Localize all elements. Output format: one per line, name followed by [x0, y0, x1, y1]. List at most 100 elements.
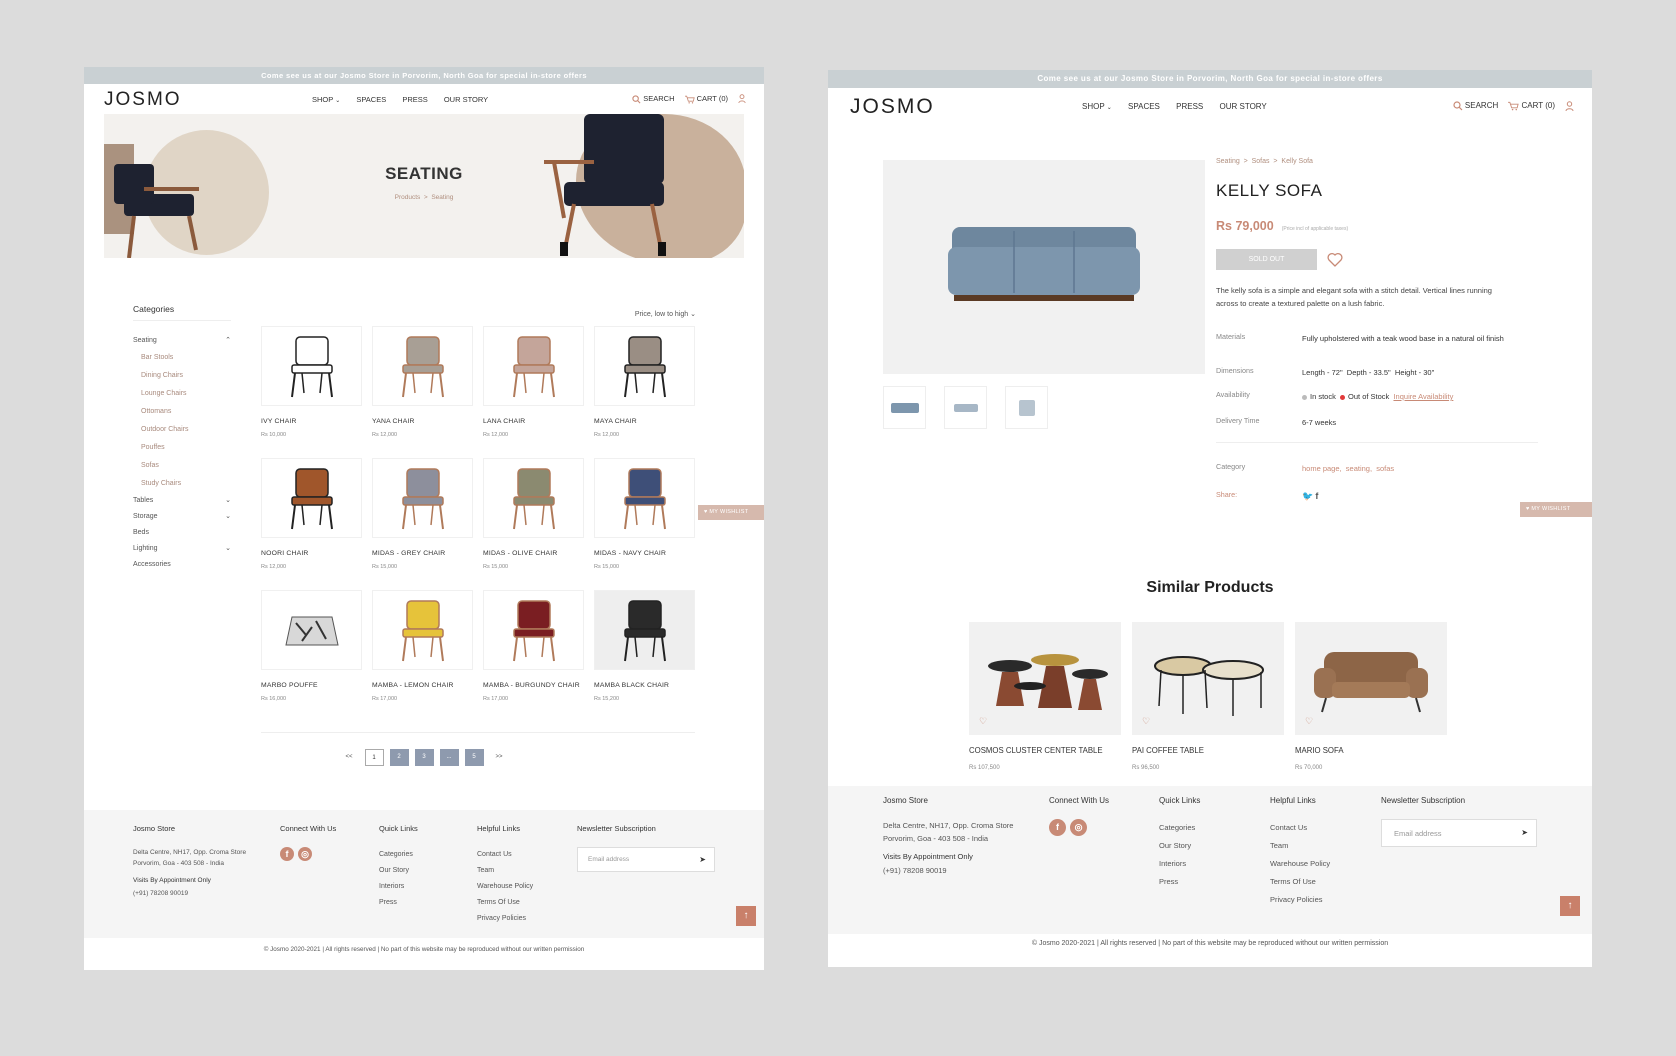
search-button[interactable]: SEARCH — [1453, 101, 1498, 111]
nav-shop[interactable]: SHOP ⌄ — [1082, 102, 1112, 111]
footer-link-warehouse[interactable]: Warehouse Policy — [1270, 855, 1330, 873]
footer-link-interiors[interactable]: Interiors — [1159, 855, 1200, 873]
product-card[interactable]: MAMBA - LEMON CHAIR Rs 17,000 — [372, 590, 473, 722]
breadcrumb-sofas[interactable]: Sofas — [1252, 158, 1270, 165]
footer-link-press[interactable]: Press — [1159, 873, 1200, 891]
breadcrumb-seating[interactable]: Seating — [1216, 158, 1240, 165]
product-name[interactable]: MAMBA - BURGUNDY CHAIR — [483, 682, 584, 689]
page-1[interactable]: 1 — [364, 749, 384, 766]
sort-dropdown[interactable]: Price, low to high ⌄ — [635, 310, 696, 318]
product-card[interactable]: MIDAS - GREY CHAIR Rs 15,000 — [372, 458, 473, 590]
twitter-icon[interactable]: 🐦 — [1302, 491, 1313, 501]
subcategory-pouffes[interactable]: Pouffes — [133, 439, 231, 457]
chevron-down-icon[interactable]: ⌄ — [225, 541, 231, 557]
footer-link-terms[interactable]: Terms Of Use — [477, 895, 533, 911]
product-name[interactable]: MIDAS - GREY CHAIR — [372, 550, 473, 557]
footer-link-warehouse[interactable]: Warehouse Policy — [477, 879, 533, 895]
send-icon[interactable]: ➤ — [699, 855, 706, 864]
similar-product-card[interactable]: ♡ PAI COFFEE TABLE Rs 96,500 — [1132, 622, 1284, 771]
footer-link-interiors[interactable]: Interiors — [379, 879, 418, 895]
instagram-icon[interactable]: ◎ — [298, 847, 312, 861]
product-card[interactable]: MAMBA BLACK CHAIR Rs 15,200 — [594, 590, 695, 722]
subcategory-outdoor-chairs[interactable]: Outdoor Chairs — [133, 421, 231, 439]
sold-out-button[interactable]: SOLD OUT — [1216, 249, 1317, 270]
logo[interactable]: JOSMO — [104, 89, 182, 111]
product-name[interactable]: MIDAS - NAVY CHAIR — [594, 550, 695, 557]
store-phone[interactable]: (+91) 78208 90019 — [133, 889, 263, 899]
footer-link-press[interactable]: Press — [379, 895, 418, 911]
subcategory-sofas[interactable]: Sofas — [133, 457, 231, 475]
heart-icon[interactable]: ♡ — [1305, 716, 1313, 727]
subcategory-bar-stools[interactable]: Bar Stools — [133, 349, 231, 367]
product-card[interactable]: MIDAS - OLIVE CHAIR Rs 15,000 — [483, 458, 584, 590]
email-field[interactable]: Email address ➤ — [577, 847, 715, 872]
category-lighting[interactable]: Lighting ⌄ — [133, 541, 231, 557]
page-5[interactable]: 5 — [464, 749, 484, 766]
product-main-image[interactable] — [883, 160, 1205, 374]
facebook-icon[interactable]: f — [280, 847, 294, 861]
thumbnail-3[interactable] — [1005, 386, 1048, 429]
nav-our-story[interactable]: OUR STORY — [1220, 102, 1267, 111]
footer-link-contact[interactable]: Contact Us — [1270, 819, 1330, 837]
product-card[interactable]: MAYA CHAIR Rs 12,000 — [594, 326, 695, 458]
category-link-seating[interactable]: seating, — [1346, 464, 1372, 473]
product-card[interactable]: NOORI CHAIR Rs 12,000 — [261, 458, 362, 590]
category-link-home[interactable]: home page, — [1302, 464, 1342, 473]
product-name[interactable]: NOORI CHAIR — [261, 550, 362, 557]
product-card[interactable]: LANA CHAIR Rs 12,000 — [483, 326, 584, 458]
product-name[interactable]: MAYA CHAIR — [594, 418, 695, 425]
product-name[interactable]: MAMBA - LEMON CHAIR — [372, 682, 473, 689]
category-beds[interactable]: Beds — [133, 525, 231, 541]
user-icon[interactable] — [738, 94, 746, 104]
footer-link-privacy[interactable]: Privacy Policies — [1270, 891, 1330, 909]
page-3[interactable]: 3 — [414, 749, 434, 766]
email-field[interactable]: Email address ➤ — [1381, 819, 1537, 847]
search-button[interactable]: SEARCH — [632, 94, 675, 104]
footer-link-team[interactable]: Team — [477, 863, 533, 879]
wishlist-tab[interactable]: ♥ MY WISHLIST — [698, 505, 764, 520]
similar-product-card[interactable]: ♡ COSMOS CLUSTER CENTER TABLE Rs 107,500 — [969, 622, 1121, 771]
footer-link-team[interactable]: Team — [1270, 837, 1330, 855]
product-card[interactable]: YANA CHAIR Rs 12,000 — [372, 326, 473, 458]
category-link-sofas[interactable]: sofas — [1376, 464, 1394, 473]
subcategory-lounge-chairs[interactable]: Lounge Chairs — [133, 385, 231, 403]
footer-link-categories[interactable]: Categories — [1159, 819, 1200, 837]
product-card[interactable]: MIDAS - NAVY CHAIR Rs 15,000 — [594, 458, 695, 590]
footer-link-contact[interactable]: Contact Us — [477, 847, 533, 863]
product-card[interactable]: IVY CHAIR Rs 10,000 — [261, 326, 362, 458]
chevron-up-icon[interactable]: ⌃ — [225, 333, 231, 349]
page-first[interactable]: << — [340, 749, 359, 766]
nav-press[interactable]: PRESS — [1176, 102, 1203, 111]
facebook-icon[interactable]: f — [1049, 819, 1066, 836]
user-icon[interactable] — [1565, 101, 1574, 111]
product-name[interactable]: YANA CHAIR — [372, 418, 473, 425]
category-storage[interactable]: Storage ⌄ — [133, 509, 231, 525]
subcategory-ottomans[interactable]: Ottomans — [133, 403, 231, 421]
thumbnail-2[interactable] — [944, 386, 987, 429]
nav-spaces[interactable]: SPACES — [356, 95, 386, 104]
footer-link-terms[interactable]: Terms Of Use — [1270, 873, 1330, 891]
nav-shop[interactable]: SHOP ⌄ — [312, 95, 340, 104]
cart-button[interactable]: CART (0) — [684, 94, 728, 104]
category-tables[interactable]: Tables ⌄ — [133, 493, 231, 509]
wishlist-tab[interactable]: ♥ MY WISHLIST — [1520, 502, 1592, 517]
subcategory-dining-chairs[interactable]: Dining Chairs — [133, 367, 231, 385]
product-name[interactable]: MIDAS - OLIVE CHAIR — [483, 550, 584, 557]
product-name[interactable]: LANA CHAIR — [483, 418, 584, 425]
inquire-availability-link[interactable]: Inquire Availability — [1393, 392, 1453, 401]
page-last[interactable]: >> — [490, 749, 509, 766]
heart-icon[interactable] — [1327, 252, 1343, 267]
category-seating[interactable]: Seating ⌃ — [133, 333, 231, 349]
product-card[interactable]: MARBO POUFFE Rs 16,000 — [261, 590, 362, 722]
scroll-top-button[interactable]: ↑ — [736, 906, 756, 926]
footer-link-privacy[interactable]: Privacy Policies — [477, 911, 533, 927]
page-2[interactable]: 2 — [389, 749, 409, 766]
instagram-icon[interactable]: ◎ — [1070, 819, 1087, 836]
scroll-top-button[interactable]: ↑ — [1560, 896, 1580, 916]
cart-button[interactable]: CART (0) — [1508, 101, 1555, 111]
product-name[interactable]: IVY CHAIR — [261, 418, 362, 425]
breadcrumb-products[interactable]: Products — [395, 194, 421, 201]
similar-product-card[interactable]: ♡ MARIO SOFA Rs 70,000 — [1295, 622, 1447, 771]
facebook-icon[interactable]: f — [1315, 491, 1318, 501]
chevron-down-icon[interactable]: ⌄ — [225, 509, 231, 525]
